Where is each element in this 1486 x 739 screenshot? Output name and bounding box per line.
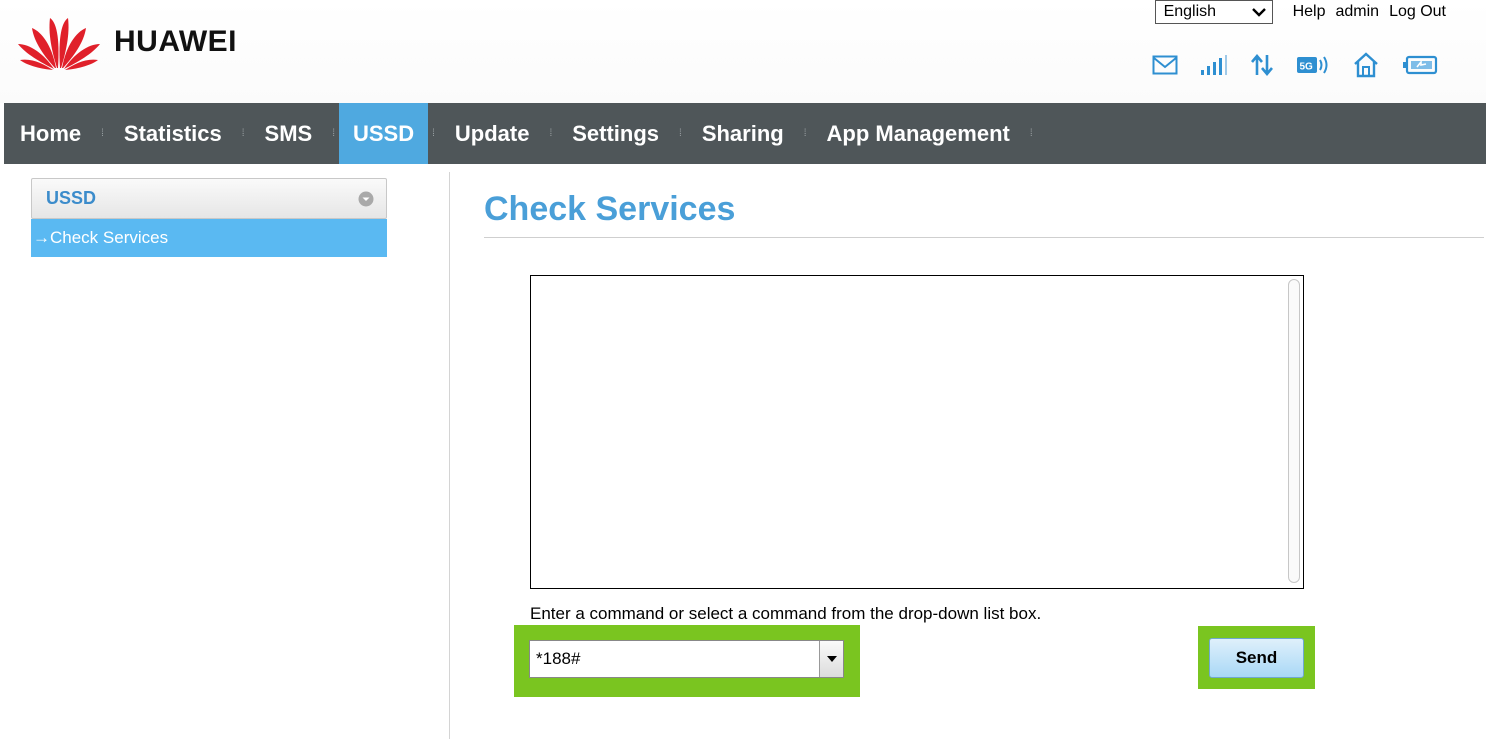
huawei-flower-icon — [18, 18, 100, 70]
language-value: English — [1163, 3, 1217, 20]
nav-separator: ⁞ — [101, 128, 104, 139]
header: HUAWEI English Help admin Log Out 5G — [0, 0, 1486, 103]
language-select[interactable]: English — [1154, 0, 1273, 24]
ussd-response-area[interactable] — [530, 275, 1304, 589]
command-combobox[interactable] — [529, 640, 844, 678]
chevron-down-icon — [1251, 8, 1266, 17]
nav-separator: ⁞ — [432, 128, 435, 139]
huawei-logo: HUAWEI — [14, 14, 237, 70]
sidebar-section-header[interactable]: USSD — [31, 178, 387, 219]
logout-link[interactable]: Log Out — [1389, 3, 1446, 21]
help-link[interactable]: Help — [1293, 3, 1326, 21]
status-icons: 5G — [1130, 52, 1438, 78]
title-divider — [484, 237, 1484, 238]
battery-icon — [1402, 54, 1438, 76]
nav-app-management[interactable]: App Management — [811, 103, 1026, 164]
home-icon[interactable] — [1352, 52, 1380, 78]
nav-home[interactable]: Home — [4, 103, 97, 164]
arrow-right-icon: → — [33, 228, 50, 247]
nav-separator: ⁞ — [679, 128, 682, 139]
sidebar-item-check-services[interactable]: → Check Services — [31, 219, 387, 257]
nav-separator: ⁞ — [1029, 128, 1033, 139]
svg-text:5G: 5G — [1300, 62, 1314, 73]
command-input[interactable] — [530, 641, 819, 677]
collapse-circle-icon[interactable] — [358, 191, 374, 207]
nav-update[interactable]: Update — [439, 103, 546, 164]
nav-settings[interactable]: Settings — [556, 103, 675, 164]
user-link[interactable]: admin — [1335, 3, 1379, 21]
sidebar-section-title: USSD — [46, 188, 97, 208]
nav-ussd[interactable]: USSD — [338, 103, 429, 164]
mail-icon[interactable] — [1152, 55, 1178, 75]
nav-sharing[interactable]: Sharing — [686, 103, 800, 164]
nav-sms[interactable]: SMS — [249, 103, 329, 164]
nav-statistics[interactable]: Statistics — [108, 103, 238, 164]
sidebar-item-label: Check Services — [50, 228, 169, 247]
command-dropdown-button[interactable] — [819, 641, 843, 677]
page-title: Check Services — [484, 190, 736, 228]
nav-separator: ⁞ — [332, 128, 335, 139]
5g-icon: 5G — [1296, 54, 1330, 76]
vertical-divider — [449, 172, 450, 739]
nav-separator: ⁞ — [803, 128, 807, 139]
nav-separator: ⁞ — [241, 128, 245, 139]
response-scrollbar[interactable] — [1288, 279, 1300, 583]
send-button[interactable]: Send — [1209, 638, 1304, 678]
brand-name: HUAWEI — [114, 25, 237, 58]
main-nav: Home ⁞ Statistics ⁞ SMS ⁞ USSD ⁞ Update … — [4, 103, 1486, 164]
command-hint: Enter a command or select a command from… — [530, 604, 1042, 623]
signal-icon — [1200, 54, 1228, 76]
nav-separator: ⁞ — [549, 128, 553, 139]
caret-down-icon — [826, 656, 837, 662]
sidebar: USSD → Check Services — [31, 178, 387, 257]
top-links: English Help admin Log Out — [1154, 0, 1446, 24]
data-transfer-icon — [1250, 53, 1274, 77]
